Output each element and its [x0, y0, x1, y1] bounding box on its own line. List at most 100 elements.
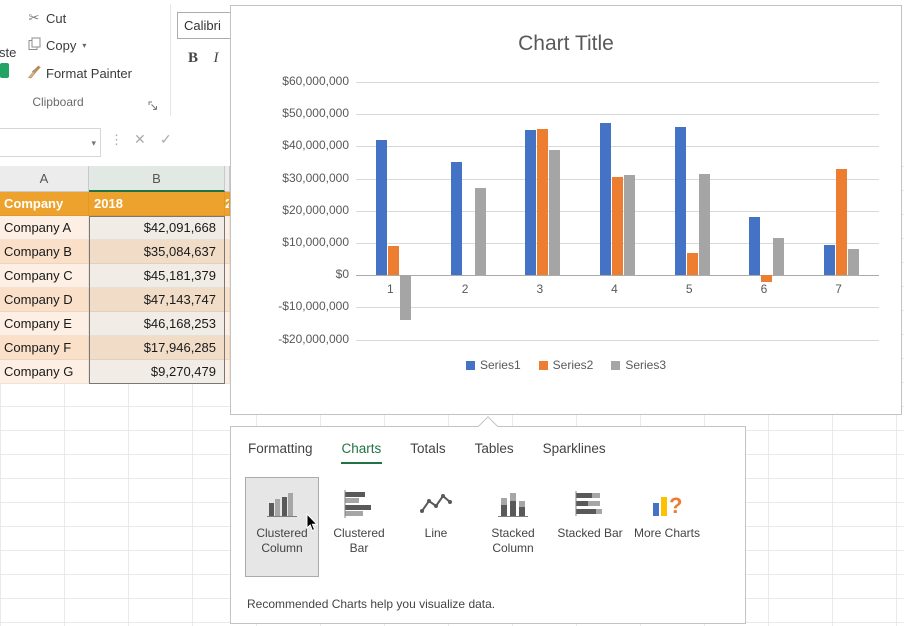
italic-button[interactable]: I — [208, 50, 224, 67]
chart-bar — [600, 123, 611, 276]
chart-type-line[interactable]: Line — [399, 477, 473, 577]
quick-analysis-footer: Recommended Charts help you visualize da… — [247, 597, 496, 611]
table-row: Company C $45,181,379 — [0, 264, 230, 288]
legend-swatch — [538, 360, 548, 370]
chart-type-clustered-bar[interactable]: Clustered Bar — [322, 477, 396, 577]
column-headers: A B — [0, 166, 230, 192]
chart-legend: Series1 Series2 Series3 — [231, 358, 901, 372]
table-header-year[interactable]: 2018 — [89, 192, 225, 216]
chart-gridline — [356, 307, 879, 309]
chart-x-axis-label: 7 — [835, 282, 842, 297]
chart-y-axis-label: $30,000,000 — [282, 170, 349, 185]
cell-company-name[interactable]: Company C — [0, 264, 89, 288]
chart-type-label: Line — [424, 526, 448, 540]
chart-y-axis-label: $10,000,000 — [282, 235, 349, 249]
chart-bar — [674, 126, 686, 276]
legend-swatch — [465, 360, 475, 370]
table-header-company[interactable]: Company — [0, 192, 89, 216]
chart-gridline — [356, 339, 879, 341]
chart-y-axis-label: -$20,000,000 — [278, 331, 349, 346]
ribbon-clipboard-group: ste ✂ Cut Copy ▾ Format Painter Clipboar… — [0, 0, 247, 122]
chart-y-axis-label: $20,000,000 — [282, 202, 349, 217]
cell-2018-value[interactable]: $47,143,747 — [89, 288, 225, 312]
chart-canvas: $60,000,000 $50,000,000 $40,000,000 $30,000… — [231, 6, 901, 414]
table-row: Company A $42,091,668 — [0, 216, 230, 240]
column-header-b[interactable]: B — [89, 166, 225, 192]
chart-bar — [612, 176, 623, 276]
chart-x-axis-label: 1 — [387, 282, 394, 297]
chart-bar — [761, 275, 773, 282]
table-rows: Company A $42,091,668 Company B $35,084,637… — [0, 216, 230, 384]
copy-button[interactable]: Copy ▾ — [24, 33, 86, 57]
chart-type-stacked-column[interactable]: Stacked Column — [476, 477, 550, 577]
clipboard-dialog-launcher[interactable] — [148, 99, 160, 111]
cancel-icon[interactable]: ✕ — [134, 131, 146, 148]
cut-button[interactable]: ✂ Cut — [24, 6, 67, 30]
cell-company-name[interactable]: Company G — [0, 360, 89, 384]
tab-tables[interactable]: Tables — [474, 435, 515, 464]
chevron-down-icon[interactable]: ▾ — [82, 41, 86, 50]
stacked-column-icon — [496, 486, 530, 522]
cell-2018-value[interactable]: $17,946,285 — [89, 336, 225, 360]
format-painter-button[interactable]: Format Painter — [24, 61, 132, 85]
chart-y-axis-label: $60,000,000 — [282, 74, 349, 88]
chart-bar — [387, 246, 399, 276]
cell-2018-value[interactable]: $35,084,637 — [89, 240, 225, 264]
column-header-a[interactable]: A — [0, 166, 89, 192]
cell-2018-value[interactable]: $46,168,253 — [89, 312, 225, 336]
chart-type-label: Stacked Column — [491, 526, 535, 555]
cell-2018-value[interactable]: $45,181,379 — [89, 264, 225, 288]
chart-x-axis-label: 5 — [685, 282, 693, 297]
chart-y-axis-label: $50,000,000 — [282, 106, 349, 121]
stacked-bar-icon — [573, 486, 607, 522]
chart-bar — [537, 128, 549, 276]
cut-label: Cut — [46, 10, 67, 26]
copy-label: Copy — [46, 37, 77, 53]
tab-charts[interactable]: Charts — [340, 435, 383, 464]
copy-icon — [24, 37, 44, 54]
cell-company-name[interactable]: Company E — [0, 312, 89, 336]
chart-bar — [525, 129, 537, 276]
chart-x-axis-label: 2 — [461, 282, 469, 297]
cell-company-name[interactable]: Company F — [0, 336, 89, 360]
scissors-icon: ✂ — [28, 10, 40, 25]
cell-2018-value[interactable]: $9,270,479 — [89, 360, 225, 384]
chart-bar — [824, 245, 836, 276]
more-charts-icon: ? — [650, 486, 684, 522]
tab-sparklines[interactable]: Sparklines — [542, 435, 607, 464]
format-painter-label: Format Painter — [46, 65, 132, 81]
chart-x-axis-label: 3 — [536, 282, 544, 297]
clustered-column-icon — [265, 486, 299, 522]
paste-button-fragment[interactable]: ste — [0, 45, 16, 60]
chart-bar — [549, 149, 561, 276]
name-box[interactable]: ▾ — [0, 128, 101, 157]
chart-y-axis-label: $40,000,000 — [282, 138, 349, 153]
name-box-dropdown-icon[interactable]: ▾ — [91, 138, 96, 149]
legend-label: Series2 — [552, 358, 594, 372]
chart-bar — [686, 252, 698, 276]
cell-company-name[interactable]: Company D — [0, 288, 89, 312]
chart-type-stacked-bar[interactable]: Stacked Bar — [553, 477, 627, 577]
dialog-launcher-icon — [148, 101, 157, 110]
chart-type-label: Stacked Bar — [557, 526, 623, 540]
chart-type-more-charts[interactable]: ? More Charts — [630, 477, 704, 577]
chart-y-axis-label: $0 — [335, 267, 349, 282]
legend-item: Series1 — [465, 358, 521, 372]
cell-2018-value[interactable]: $42,091,668 — [89, 216, 225, 240]
chart-type-label: Clustered Bar — [333, 526, 385, 555]
table-row: Company D $47,143,747 — [0, 288, 230, 312]
chart-bar — [773, 238, 785, 276]
enter-icon[interactable]: ✓ — [160, 131, 172, 148]
chart-gridline — [356, 114, 879, 116]
cell-company-name[interactable]: Company B — [0, 240, 89, 264]
bold-button[interactable]: B — [183, 50, 203, 67]
mouse-cursor — [306, 513, 318, 532]
tab-formatting[interactable]: Formatting — [247, 435, 314, 464]
line-icon — [419, 486, 453, 522]
chart-x-axis-label: 6 — [760, 282, 768, 297]
cell-company-name[interactable]: Company A — [0, 216, 89, 240]
tab-totals[interactable]: Totals — [409, 435, 446, 464]
data-table: Company 2018 2 Company A$42,091,668Compa… — [0, 192, 230, 384]
clipboard-group-label: Clipboard — [32, 95, 84, 109]
chart-x-axis-label: 4 — [611, 282, 618, 297]
